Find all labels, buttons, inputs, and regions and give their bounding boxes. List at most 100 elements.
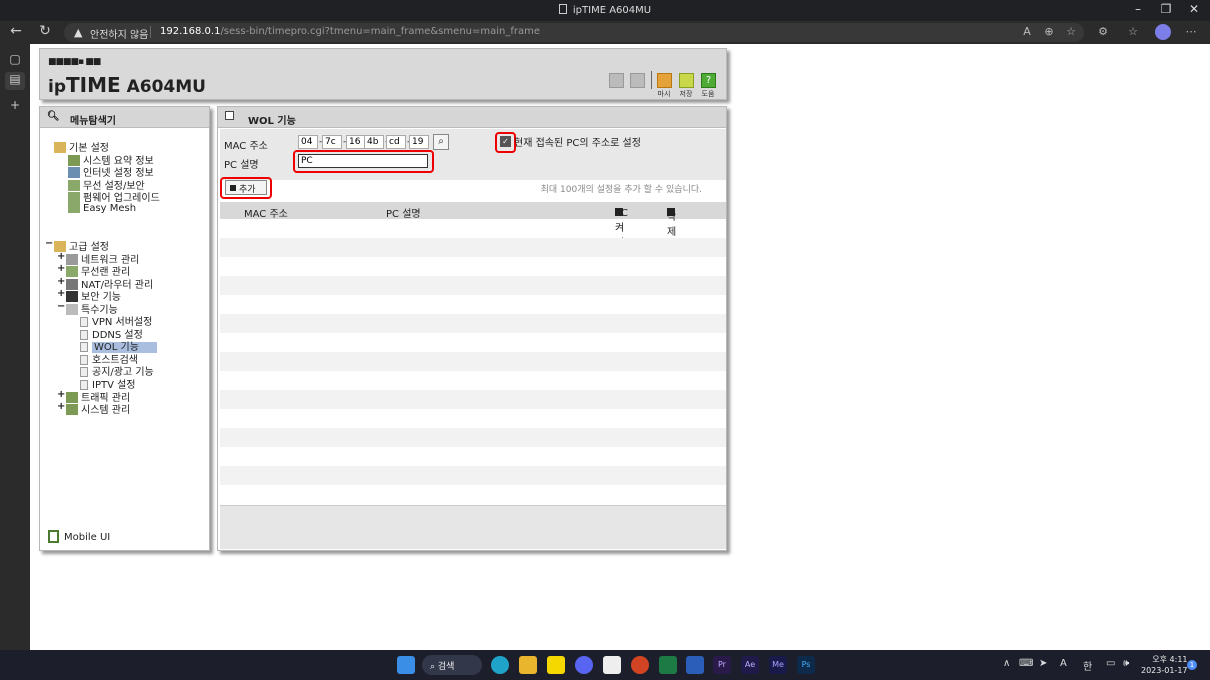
- current-tab-icon[interactable]: ▤: [5, 72, 25, 90]
- table-row: [220, 371, 726, 390]
- wol-title-text: WOL 기능: [248, 116, 296, 127]
- restart-icon[interactable]: [657, 73, 672, 88]
- window-title: ipTIME A604MU: [0, 4, 1210, 16]
- table-row: [220, 352, 726, 371]
- limit-notice: 최대 100개의 설정을 추가 할 수 있습니다.: [540, 185, 702, 195]
- menu-item-easy-mesh[interactable]: Easy Mesh: [68, 202, 136, 214]
- table-row: [220, 447, 726, 466]
- favorite-add-icon[interactable]: ☆: [1062, 25, 1080, 38]
- mac-segment-5[interactable]: [386, 135, 406, 149]
- start-icon[interactable]: [397, 656, 415, 674]
- expand-icon[interactable]: +: [57, 288, 65, 299]
- powerpoint-icon[interactable]: [631, 656, 649, 674]
- logout-icon[interactable]: [630, 73, 645, 88]
- restore-button[interactable]: ❐: [1156, 2, 1176, 16]
- restart-label: 마시: [657, 90, 671, 98]
- help-icon[interactable]: ?: [701, 73, 716, 88]
- router-header: ■■■■▪ ■■ ipTIME A604MU ? 마시 저장 도움: [39, 48, 727, 100]
- use-current-pc-checkbox[interactable]: ✓: [500, 136, 511, 147]
- add-button-label: 추가: [239, 185, 256, 195]
- help-label: 도움: [701, 90, 715, 98]
- tray-overflow-icon[interactable]: ∧: [1003, 658, 1010, 669]
- router-logo: ipTIME A604MU: [48, 73, 206, 97]
- use-current-pc-label: 현재 접속된 PC의 주소로 설정: [514, 138, 641, 149]
- back-icon[interactable]: ←: [6, 23, 26, 39]
- mac-segment-3[interactable]: [346, 135, 366, 149]
- premiere-icon[interactable]: Pr: [713, 656, 731, 674]
- table-row: [220, 314, 726, 333]
- expand-icon[interactable]: +: [57, 251, 65, 262]
- ime-language[interactable]: A: [1060, 658, 1067, 669]
- add-button[interactable]: 추가: [225, 180, 267, 195]
- expand-icon[interactable]: +: [57, 401, 65, 412]
- favorites-icon[interactable]: ☆: [1124, 25, 1142, 38]
- more-menu-icon[interactable]: ⋯: [1182, 25, 1200, 38]
- notification-badge[interactable]: 1: [1187, 660, 1197, 670]
- table-row: [220, 257, 726, 276]
- photoshop-icon[interactable]: Ps: [797, 656, 815, 674]
- security-label[interactable]: 안전하지 않음: [90, 26, 148, 41]
- window-title-text: ipTIME A604MU: [572, 5, 652, 16]
- minimize-button[interactable]: –: [1128, 2, 1148, 16]
- expand-icon[interactable]: +: [57, 263, 65, 274]
- clock-time: 오후 4:11: [1152, 655, 1188, 664]
- folder-icon: [66, 304, 78, 315]
- taskbar-search-label: 검색: [437, 662, 455, 672]
- menu-group-system[interactable]: 시스템 관리: [66, 401, 130, 416]
- mobile-ui-link[interactable]: Mobile UI: [48, 530, 110, 543]
- keyboard-icon[interactable]: ⌨: [1019, 658, 1033, 669]
- network-icon[interactable]: ▭: [1106, 658, 1115, 669]
- mac-segment-1[interactable]: [298, 135, 318, 149]
- table-row: [220, 390, 726, 409]
- collapse-icon[interactable]: −: [45, 238, 53, 249]
- url-field[interactable]: ▲ 안전하지 않음 192.168.0.1/sess-bin/timepro.c…: [64, 23, 1084, 42]
- mac-address-label: MAC 주소: [224, 141, 268, 152]
- url-path: /sess-bin/timepro.cgi?tmenu=main_frame&s…: [220, 26, 541, 37]
- mobile-ui-label: Mobile UI: [64, 532, 111, 543]
- mac-segment-6[interactable]: [409, 135, 429, 149]
- ime-mode[interactable]: 한: [1083, 658, 1092, 673]
- mac-segment-2[interactable]: [322, 135, 342, 149]
- wol-panel-title: WOL 기능: [218, 107, 726, 128]
- home-icon[interactable]: [609, 73, 624, 88]
- refresh-icon[interactable]: ↻: [35, 23, 55, 39]
- notion-icon[interactable]: [603, 656, 621, 674]
- aftereffects-icon[interactable]: Ae: [741, 656, 759, 674]
- mac-segment-4[interactable]: [364, 135, 384, 149]
- add-icon: [230, 185, 236, 191]
- pc-desc-field[interactable]: [298, 154, 428, 168]
- wol-table-body: [220, 219, 726, 485]
- new-tab-icon[interactable]: +: [5, 98, 25, 116]
- edge-icon[interactable]: [491, 656, 509, 674]
- taskbar-search[interactable]: ⌕ 검색: [422, 655, 482, 675]
- discord-icon[interactable]: [575, 656, 593, 674]
- mac-search-button[interactable]: ⌕: [433, 134, 449, 150]
- url-host: 192.168.0.1: [160, 26, 221, 37]
- menu-title-text: 메뉴탐색기: [70, 116, 116, 127]
- profile-avatar[interactable]: [1155, 24, 1171, 40]
- explorer-icon[interactable]: [519, 656, 537, 674]
- extensions-icon[interactable]: ⚙: [1094, 25, 1112, 38]
- collapse-icon[interactable]: −: [57, 301, 65, 312]
- volume-icon[interactable]: 🕪︎: [1123, 658, 1129, 669]
- col-pc-header: PC 설명: [386, 209, 421, 220]
- excel-icon[interactable]: [659, 656, 677, 674]
- pc-desc-label: PC 설명: [224, 160, 259, 171]
- table-row: [220, 428, 726, 447]
- expand-icon[interactable]: +: [57, 276, 65, 287]
- close-button[interactable]: ✕: [1184, 2, 1204, 16]
- wol-panel-footer: [220, 505, 726, 549]
- zoom-icon[interactable]: ⊕: [1040, 25, 1058, 38]
- mediaencoder-icon[interactable]: Me: [769, 656, 787, 674]
- tab-actions-icon[interactable]: ▢: [5, 52, 25, 70]
- save-icon[interactable]: [679, 73, 694, 88]
- send-icon[interactable]: ➤: [1039, 658, 1047, 669]
- word-icon[interactable]: [686, 656, 704, 674]
- logo-prefix: ip: [48, 77, 66, 97]
- system-clock[interactable]: 오후 4:11 2023-01-17: [1141, 654, 1188, 676]
- mesh-icon: [68, 202, 80, 213]
- table-row: [220, 333, 726, 352]
- kakaotalk-icon[interactable]: [547, 656, 565, 674]
- read-aloud-icon[interactable]: A: [1018, 25, 1036, 38]
- expand-icon[interactable]: +: [57, 389, 65, 400]
